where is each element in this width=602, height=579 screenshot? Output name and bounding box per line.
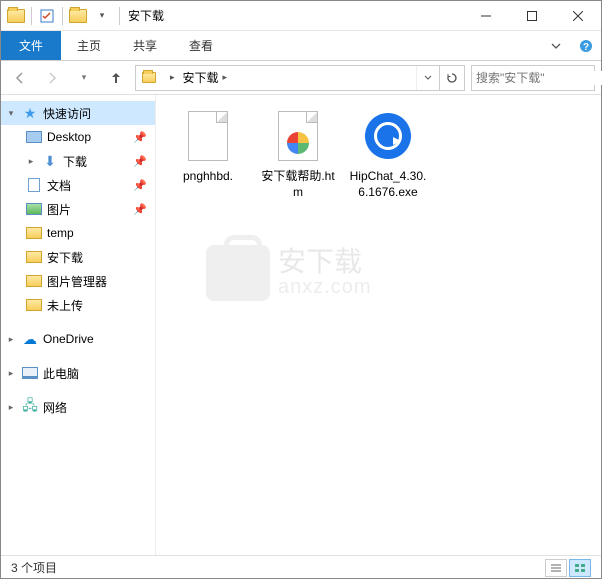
close-button[interactable] (555, 1, 601, 31)
tab-file[interactable]: 文件 (1, 31, 61, 60)
folder-icon (26, 251, 42, 263)
nav-this-pc[interactable]: ▸此电脑 (1, 361, 155, 385)
breadcrumb-segment[interactable]: 安下载▸ (179, 66, 232, 90)
file-name: HipChat_4.30.6.1676.exe (348, 169, 428, 200)
nav-downloads[interactable]: ▸⬇下载📌 (1, 149, 155, 173)
htm-icon (278, 111, 318, 161)
nav-pictures[interactable]: 图片📌 (1, 197, 155, 221)
svg-text:?: ? (583, 42, 589, 53)
pc-icon (22, 367, 38, 379)
cloud-icon: ☁ (21, 331, 39, 347)
forward-button[interactable] (39, 65, 65, 91)
status-bar: 3 个项目 (1, 555, 601, 579)
file-item[interactable]: HipChat_4.30.6.1676.exe (348, 107, 428, 200)
nav-temp[interactable]: temp (1, 221, 155, 245)
folder-icon (26, 275, 42, 287)
nav-onedrive[interactable]: ▸☁OneDrive (1, 327, 155, 351)
folder-icon (26, 227, 42, 239)
exe-icon (365, 113, 411, 159)
star-icon: ★ (21, 105, 39, 121)
file-icon (188, 111, 228, 161)
file-item[interactable]: 安下载帮助.htm (258, 107, 338, 200)
location-folder-icon (136, 72, 162, 83)
tab-share[interactable]: 共享 (117, 31, 173, 60)
nav-picmanager[interactable]: 图片管理器 (1, 269, 155, 293)
minimize-button[interactable] (463, 1, 509, 31)
title-bar: ▾ 安下载 (1, 1, 601, 31)
nav-network[interactable]: ▸🖧网络 (1, 395, 155, 419)
recent-dropdown[interactable]: ▾ (71, 65, 97, 91)
maximize-button[interactable] (509, 1, 555, 31)
pin-icon: 📌 (133, 179, 151, 192)
view-details-button[interactable] (545, 559, 567, 577)
watermark: 安下载 anxz.com (206, 245, 372, 301)
address-bar[interactable]: ▸ 安下载▸ (135, 65, 465, 91)
breadcrumb-root[interactable]: ▸ (162, 66, 179, 90)
ribbon-expand-icon[interactable] (541, 31, 571, 60)
navigation-bar: ▾ ▸ 安下载▸ (1, 61, 601, 95)
window-title: 安下载 (128, 7, 164, 24)
pictures-icon (26, 203, 42, 215)
tab-home[interactable]: 主页 (61, 31, 117, 60)
help-icon[interactable]: ? (571, 31, 601, 60)
app-icon[interactable] (5, 5, 27, 27)
search-input[interactable] (472, 71, 602, 85)
qat-properties-icon[interactable] (36, 5, 58, 27)
back-button[interactable] (7, 65, 33, 91)
nav-quick-access[interactable]: ▾★快速访问 (1, 101, 155, 125)
tab-view[interactable]: 查看 (173, 31, 229, 60)
ribbon-tabs: 文件 主页 共享 查看 ? (1, 31, 601, 61)
desktop-icon (26, 131, 42, 143)
folder-icon (26, 299, 42, 311)
file-item[interactable]: pnghhbd. (168, 107, 248, 185)
pin-icon: 📌 (133, 131, 151, 144)
qat-dropdown-icon[interactable]: ▾ (91, 5, 113, 27)
address-history-dropdown[interactable] (416, 66, 439, 90)
status-text: 3 个项目 (11, 559, 57, 576)
refresh-button[interactable] (439, 66, 464, 90)
nav-anxiazai[interactable]: 安下载 (1, 245, 155, 269)
network-icon: 🖧 (21, 399, 39, 415)
nav-notuploaded[interactable]: 未上传 (1, 293, 155, 317)
search-box[interactable] (471, 65, 595, 91)
nav-desktop[interactable]: Desktop📌 (1, 125, 155, 149)
download-icon: ⬇ (41, 153, 59, 169)
document-icon (28, 178, 40, 192)
file-list[interactable]: pnghhbd. 安下载帮助.htm HipChat_4.30.6.1676.e… (156, 95, 601, 555)
navigation-pane: ▾★快速访问 Desktop📌 ▸⬇下载📌 文档📌 图片📌 temp 安下载 图… (1, 95, 156, 555)
pin-icon: 📌 (133, 203, 151, 216)
quick-access-toolbar: ▾ (1, 5, 117, 27)
file-name: 安下载帮助.htm (258, 169, 338, 200)
qat-newfolder-icon[interactable] (67, 5, 89, 27)
nav-documents[interactable]: 文档📌 (1, 173, 155, 197)
file-name: pnghhbd. (183, 169, 233, 185)
up-button[interactable] (103, 65, 129, 91)
pin-icon: 📌 (133, 155, 151, 168)
view-icons-button[interactable] (569, 559, 591, 577)
